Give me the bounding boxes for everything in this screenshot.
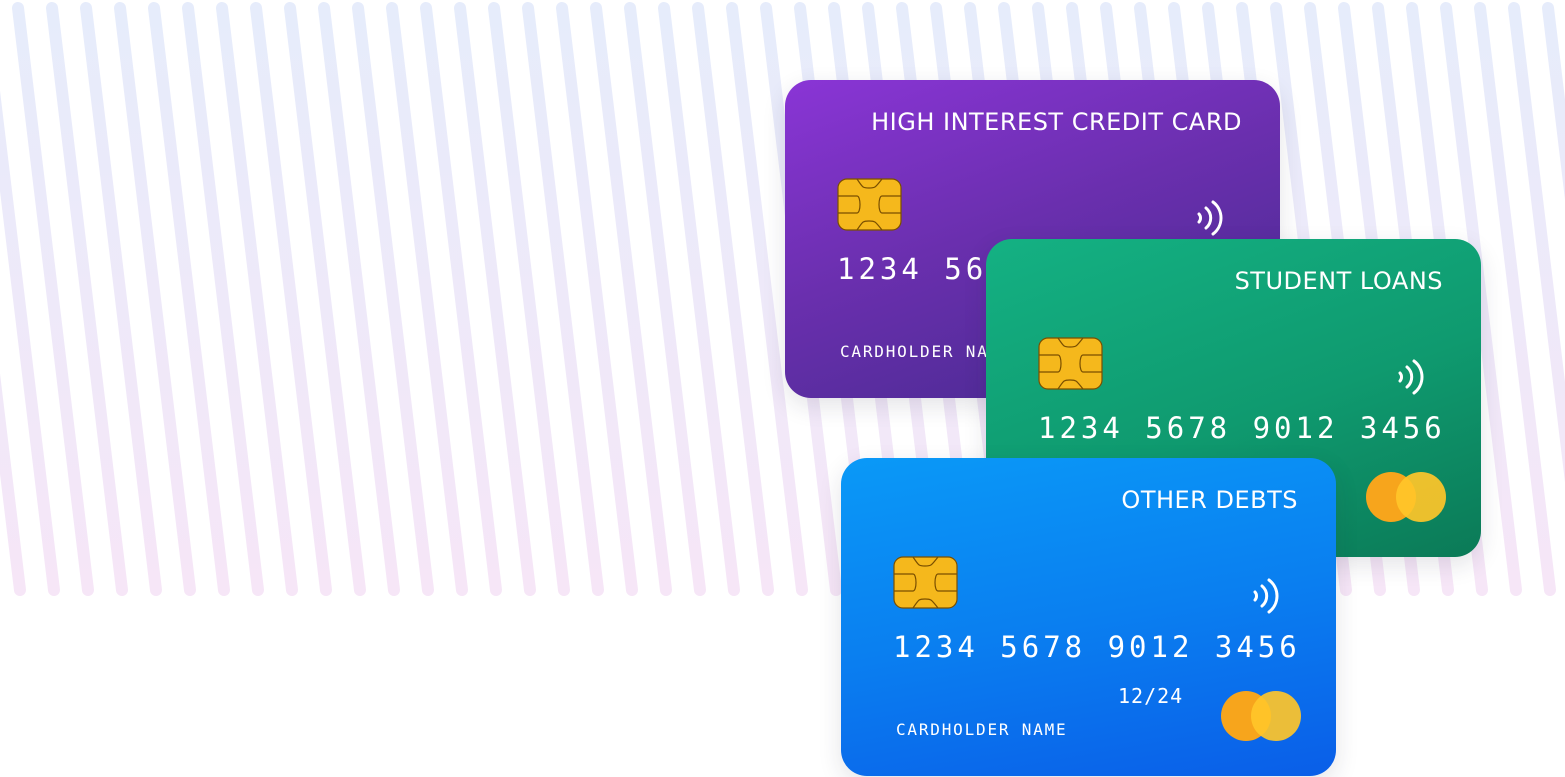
contactless-icon (1197, 200, 1223, 236)
mastercard-logo (1366, 472, 1446, 522)
background-stripe (250, 2, 332, 596)
chip-icon (1038, 337, 1103, 390)
background-stripe (488, 2, 570, 596)
contactless-icon (1253, 578, 1279, 614)
background-stripe (1474, 2, 1556, 596)
background-stripe (80, 2, 162, 596)
background-stripe (522, 2, 604, 596)
chip-icon (837, 178, 902, 231)
background-stripe (556, 2, 638, 596)
background-stripe (624, 2, 706, 596)
background-stripe (216, 2, 298, 596)
card-number: 1234 5678 9012 3456 (1038, 411, 1446, 445)
background-stripe (658, 2, 740, 596)
background-stripe (148, 2, 230, 596)
card-title: HIGH INTEREST CREDIT CARD (871, 108, 1242, 136)
mastercard-logo (1221, 691, 1301, 741)
card-title: STUDENT LOANS (1234, 267, 1443, 295)
background-stripe (182, 2, 264, 596)
background-stripe (420, 2, 502, 596)
background-stripe (46, 2, 128, 596)
background-stripe (386, 2, 468, 596)
background-stripe (454, 2, 536, 596)
contactless-icon (1398, 359, 1424, 395)
background-stripe (284, 2, 366, 596)
card-title: OTHER DEBTS (1121, 486, 1298, 514)
background-stripe (590, 2, 672, 596)
cardholder-name: CARDHOLDER NAME (896, 720, 1068, 739)
background-stripe (352, 2, 434, 596)
background-stripe (318, 2, 400, 596)
card-number: 1234 5678 9012 3456 (893, 630, 1301, 664)
other-debts-card[interactable]: OTHER DEBTS 1234 5678 9012 3456 12/24 CA… (841, 458, 1336, 776)
background-stripe (692, 2, 774, 596)
background-stripe (114, 2, 196, 596)
chip-icon (893, 556, 958, 609)
card-expiry: 12/24 (1118, 684, 1184, 708)
background-stripe (12, 2, 94, 596)
